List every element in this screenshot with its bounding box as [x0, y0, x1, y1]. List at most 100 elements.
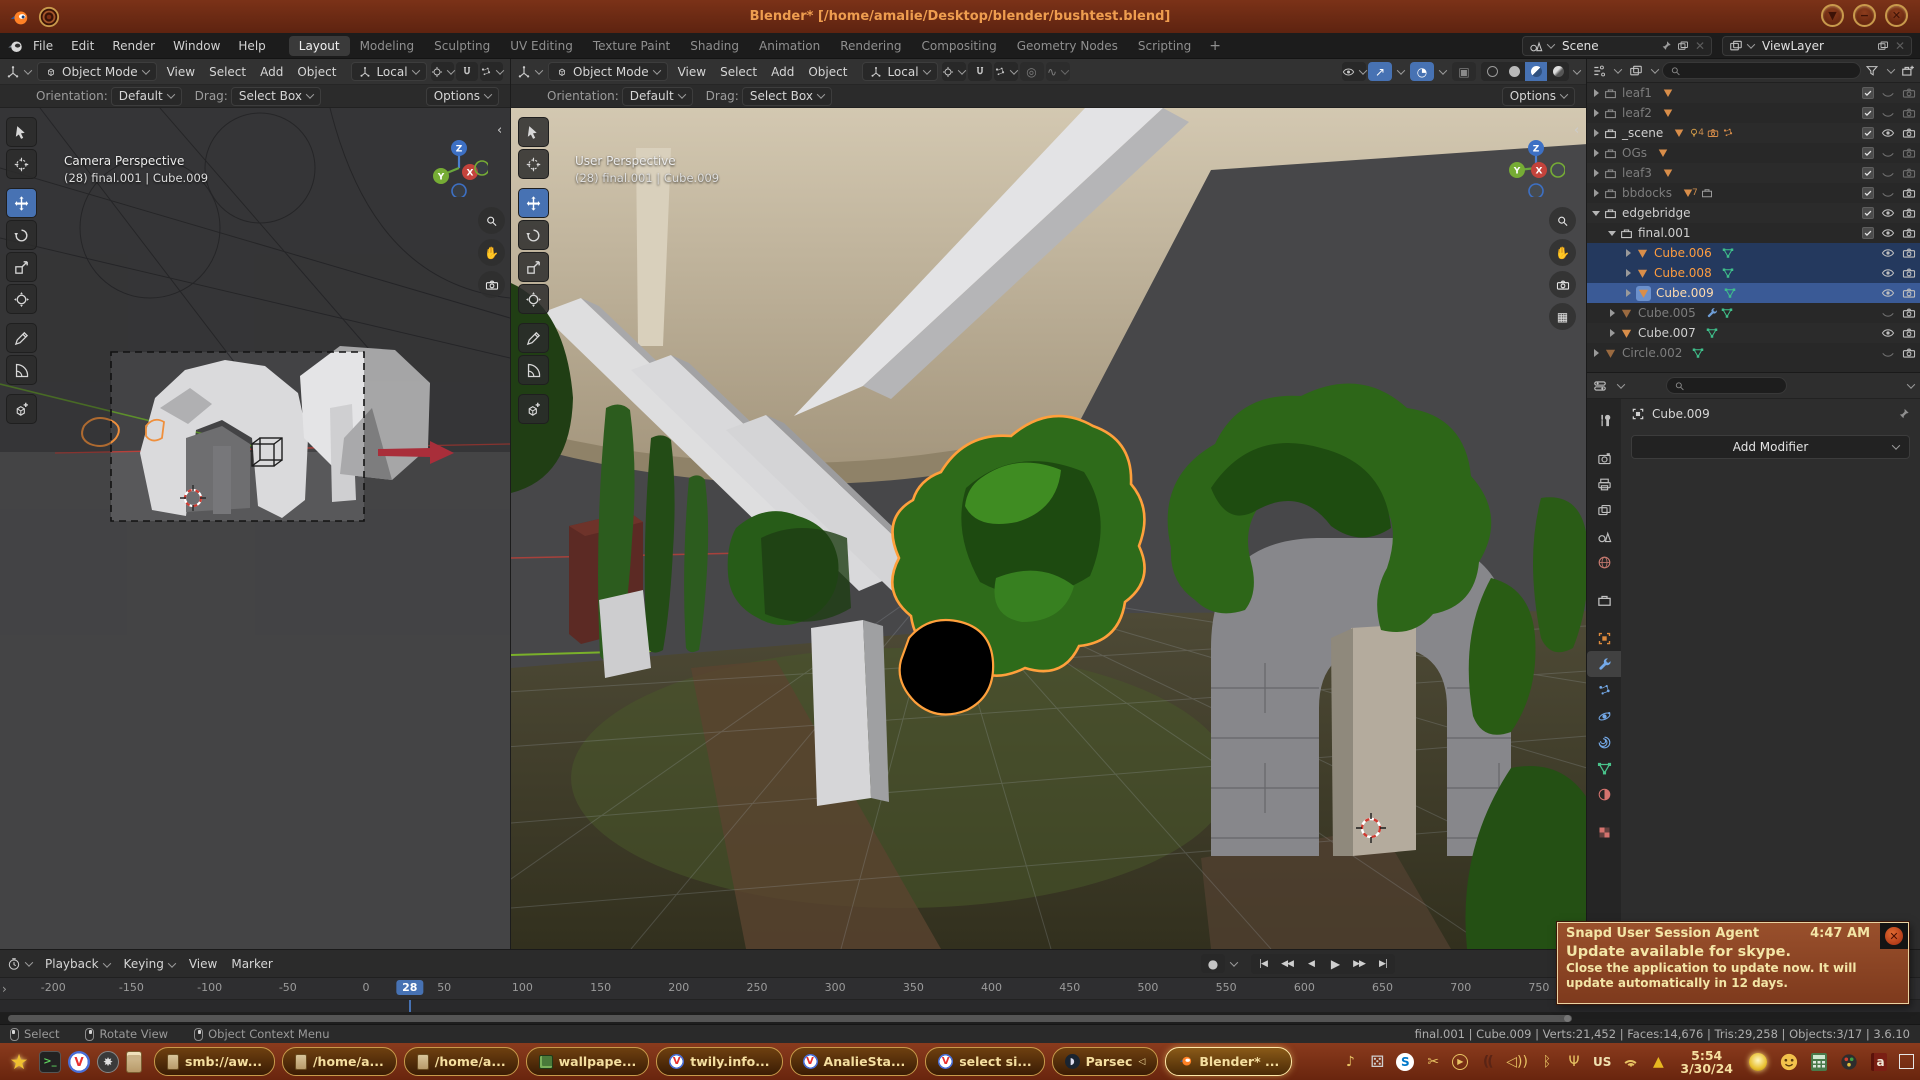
xray-toggle[interactable]: ▣ — [1452, 62, 1476, 81]
outliner-row-leaf3[interactable]: leaf3 — [1587, 163, 1920, 183]
snap-target-dropdown[interactable] — [480, 62, 503, 81]
eye-open-icon[interactable] — [1881, 266, 1895, 280]
eye-open-icon[interactable] — [1881, 326, 1895, 340]
eye-closed-icon[interactable] — [1881, 346, 1895, 360]
camera-view-icon[interactable] — [1549, 271, 1576, 298]
timeline-menu-view[interactable]: View — [182, 957, 224, 971]
snap-toggle[interactable] — [456, 62, 478, 81]
tray-volume-icon[interactable]: ◁)) — [1506, 1054, 1528, 1070]
shading-rendered[interactable] — [1547, 62, 1569, 81]
tab-sculpting[interactable]: Sculpting — [424, 36, 500, 56]
tab-collection[interactable] — [1587, 587, 1621, 613]
expand-arrow[interactable] — [1591, 169, 1601, 177]
timeline-menu-playback[interactable]: Playback — [38, 957, 117, 971]
launcher-media-reel-icon[interactable]: ✸ — [97, 1051, 119, 1073]
render-camera-icon[interactable] — [1902, 346, 1916, 360]
taskbar-window-wallpape-[interactable]: wallpape... — [526, 1047, 650, 1076]
outliner-row-edgebridge[interactable]: edgebridge — [1587, 203, 1920, 223]
pivot-point-dropdown[interactable] — [431, 62, 454, 81]
eye-closed-icon[interactable] — [1881, 86, 1895, 100]
tab-object-data[interactable] — [1587, 755, 1621, 781]
render-camera-icon[interactable] — [1902, 166, 1916, 180]
timeline-editor-icon[interactable] — [7, 957, 21, 971]
shading-solid[interactable] — [1503, 62, 1525, 81]
render-camera-icon[interactable] — [1902, 306, 1916, 320]
viewport-menu-view[interactable]: View — [160, 65, 202, 79]
snap-toggle[interactable] — [968, 62, 992, 81]
tab-view-layer[interactable] — [1587, 497, 1621, 523]
eye-open-icon[interactable] — [1881, 226, 1895, 240]
unlink-scene-icon[interactable]: ✕ — [1695, 39, 1705, 53]
gizmo-toggle[interactable]: ↗ — [1368, 62, 1392, 81]
tool-cursor[interactable] — [6, 149, 37, 179]
tab-particles[interactable] — [1587, 677, 1621, 703]
tab-compositing[interactable]: Compositing — [911, 36, 1006, 56]
falloff-dropdown[interactable]: ∿ — [1046, 62, 1070, 81]
tab-scripting[interactable]: Scripting — [1128, 36, 1201, 56]
tool-move[interactable] — [6, 188, 37, 218]
timeline-expand-arrow[interactable]: › — [2, 982, 7, 996]
expand-arrow[interactable] — [1591, 349, 1601, 357]
eye-open-icon[interactable] — [1881, 286, 1895, 300]
tab-material[interactable] — [1587, 781, 1621, 807]
eye-closed-icon[interactable] — [1881, 306, 1895, 320]
checkbox-icon[interactable] — [1862, 187, 1874, 199]
sidebar-toggle-arrow[interactable]: ‹ — [497, 123, 502, 138]
user-view-canvas[interactable] — [511, 108, 1586, 949]
tab-geometry-nodes[interactable]: Geometry Nodes — [1007, 36, 1128, 56]
tab-render[interactable] — [1587, 445, 1621, 471]
tab-object[interactable] — [1587, 625, 1621, 651]
render-camera-icon[interactable] — [1902, 226, 1916, 240]
transport-previous-keyframe[interactable]: ◀◀ — [1275, 954, 1299, 974]
viewport-menu-add[interactable]: Add — [764, 65, 801, 79]
tray-usb-icon[interactable]: Ψ — [1566, 1054, 1582, 1070]
tab-modeling[interactable]: Modeling — [350, 36, 425, 56]
camera-view-icon[interactable] — [478, 271, 505, 298]
outliner-search-input[interactable] — [1662, 62, 1861, 79]
tab-scene[interactable] — [1587, 523, 1621, 549]
tray-updates-icon[interactable]: ▲ — [1650, 1054, 1666, 1070]
tool-scale[interactable] — [6, 252, 37, 282]
render-camera-icon[interactable] — [1902, 106, 1916, 120]
options-dropdown[interactable]: Options — [426, 87, 499, 106]
tool-scale[interactable] — [518, 252, 549, 282]
auto-keying-record-icon[interactable]: ● — [1201, 954, 1225, 973]
menu-edit[interactable]: Edit — [62, 39, 103, 53]
tool-cursor[interactable] — [518, 149, 549, 179]
expand-arrow[interactable] — [1591, 211, 1601, 216]
orientation-dropdown[interactable]: Default — [111, 87, 182, 106]
snap-target-dropdown[interactable] — [994, 62, 1018, 81]
expand-arrow[interactable] — [1623, 289, 1633, 297]
launcher-terminal-icon[interactable]: >_ — [39, 1051, 61, 1073]
outliner-row-bbdocks[interactable]: bbdocks7 — [1587, 183, 1920, 203]
shade-window-button[interactable]: ▼ — [1821, 4, 1844, 27]
eye-closed-icon[interactable] — [1881, 186, 1895, 200]
show-desktop-button[interactable] — [1899, 1054, 1914, 1069]
tool-rotate[interactable] — [6, 220, 37, 250]
tool-measure[interactable] — [518, 355, 549, 385]
render-camera-icon[interactable] — [1902, 146, 1916, 160]
outliner-row-final.001[interactable]: final.001 — [1587, 223, 1920, 243]
outliner-row-OGs[interactable]: OGs — [1587, 143, 1920, 163]
viewport-menu-object[interactable]: Object — [801, 65, 854, 79]
tab-texture-paint[interactable]: Texture Paint — [583, 36, 680, 56]
tab-uv-editing[interactable]: UV Editing — [500, 36, 583, 56]
expand-arrow[interactable] — [1591, 189, 1601, 197]
tool-move[interactable] — [518, 188, 549, 218]
tab-constraints[interactable] — [1587, 729, 1621, 755]
expand-arrow[interactable] — [1591, 89, 1601, 97]
timeline-scroll-thumb[interactable] — [8, 1015, 1572, 1022]
expand-arrow[interactable] — [1591, 149, 1601, 157]
checkbox-icon[interactable] — [1862, 107, 1874, 119]
tray-skype-icon[interactable]: S — [1396, 1053, 1414, 1071]
properties-options-chevron[interactable] — [1907, 380, 1915, 388]
eye-closed-icon[interactable] — [1881, 146, 1895, 160]
properties-search-input[interactable] — [1666, 377, 1787, 394]
taskbar-window-blender-[interactable]: Blender* ... — [1165, 1047, 1292, 1076]
expand-arrow[interactable] — [1607, 329, 1617, 337]
render-camera-icon[interactable] — [1902, 186, 1916, 200]
viewport-menu-select[interactable]: Select — [713, 65, 764, 79]
menu-file[interactable]: File — [24, 39, 62, 53]
tray-play-icon[interactable]: ▶ — [1452, 1054, 1468, 1070]
tray-mic-icon[interactable]: (( — [1479, 1054, 1495, 1070]
